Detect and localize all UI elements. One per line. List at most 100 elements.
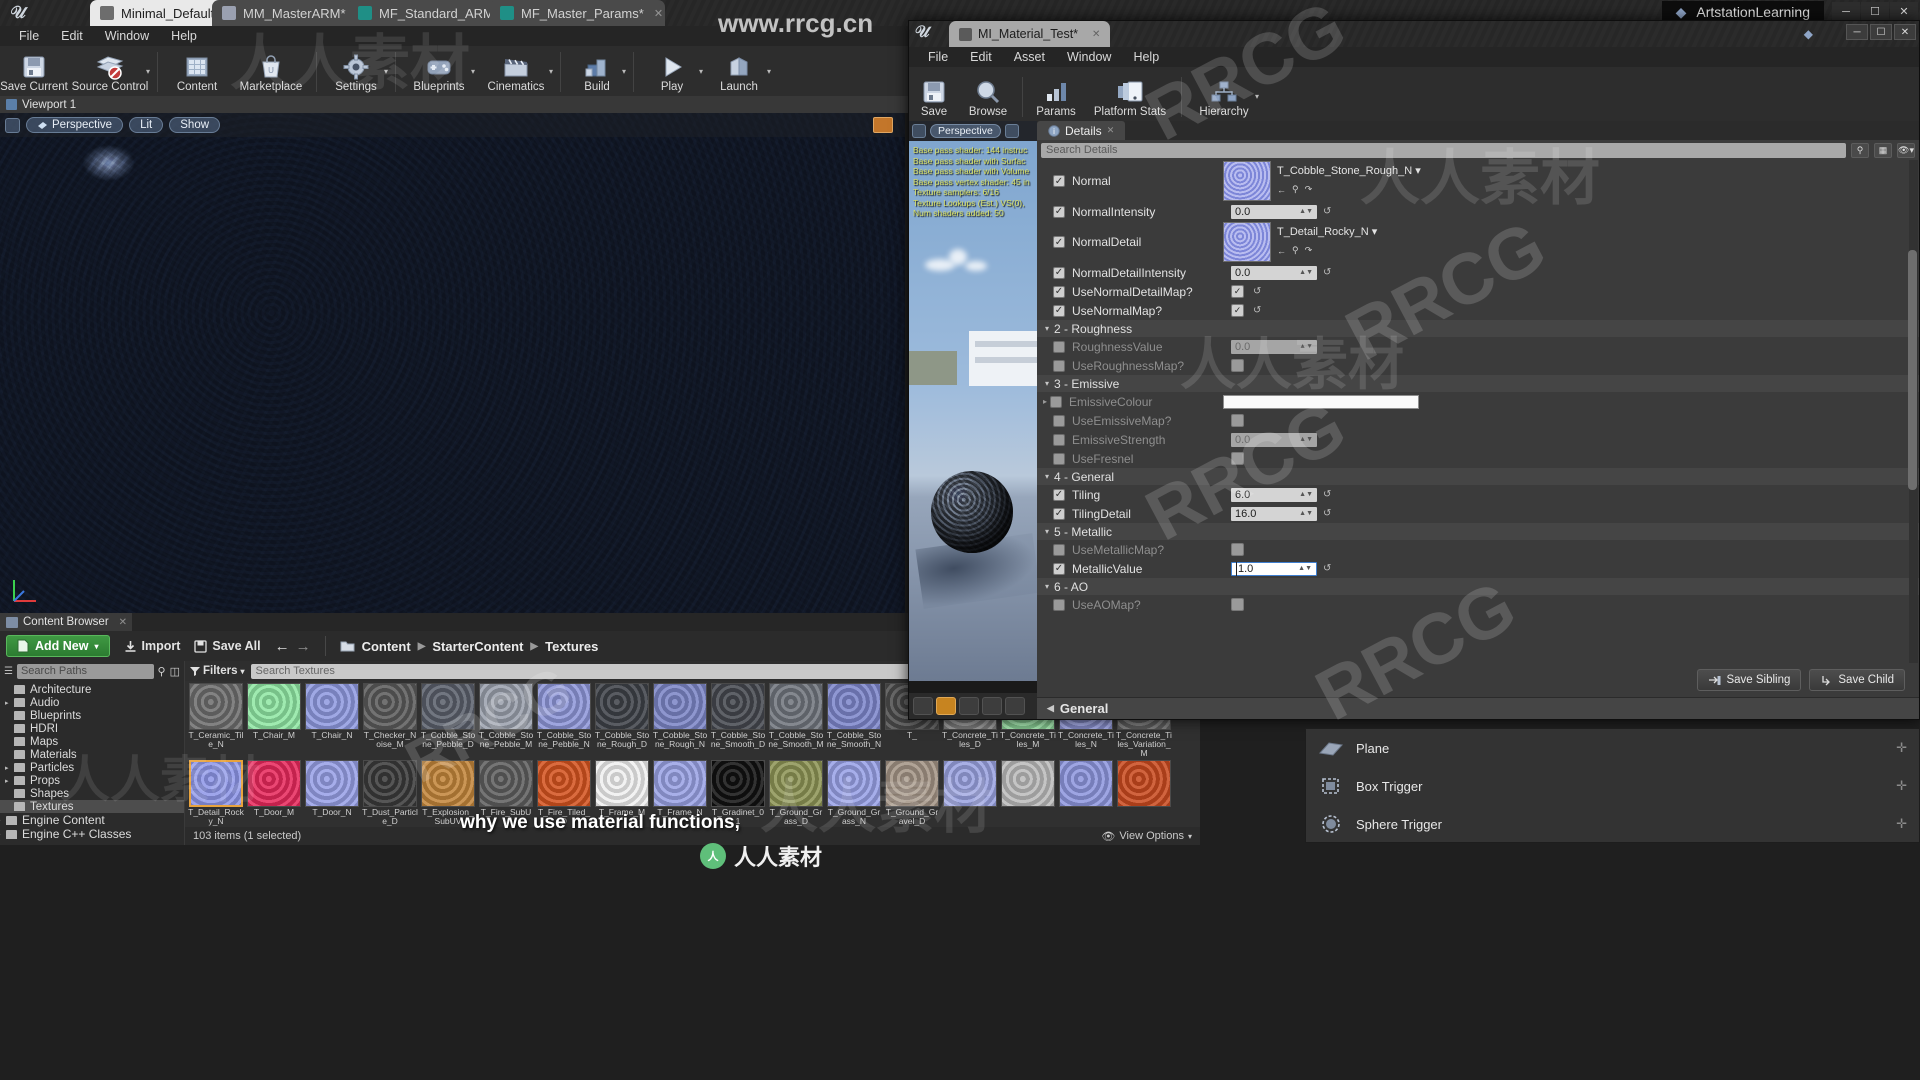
- param-override-checkbox[interactable]: ✓: [1053, 175, 1065, 187]
- toolbar-save-current[interactable]: Save Current: [0, 46, 68, 96]
- asset-tile[interactable]: T_Cobble_Stone_Smooth_M: [768, 683, 824, 758]
- spinner-icon[interactable]: ▲▼: [1298, 562, 1312, 576]
- mi-hierarchy-button[interactable]: Hierarchy ▾: [1187, 71, 1261, 121]
- breadcrumb-textures[interactable]: Textures: [545, 639, 598, 654]
- clear-asset-icon[interactable]: ↷: [1305, 245, 1313, 256]
- menu-help[interactable]: Help: [160, 26, 208, 46]
- preview-perspective-button[interactable]: Perspective: [930, 124, 1001, 138]
- param-bool-checkbox[interactable]: [1231, 359, 1244, 372]
- asset-tile[interactable]: T_Ceramic_Tile_N: [188, 683, 244, 758]
- preview-plane-button[interactable]: [959, 697, 979, 715]
- reset-to-default-icon[interactable]: ↺: [1323, 267, 1331, 278]
- folder-tree-item[interactable]: Materials: [0, 748, 184, 761]
- chevron-down-icon[interactable]: ▾: [471, 67, 475, 76]
- search-paths-input[interactable]: Search Paths: [16, 663, 154, 679]
- add-placement-icon[interactable]: ✛: [1896, 816, 1907, 832]
- asset-tile[interactable]: T_Cobble_Stone_Rough_D: [594, 683, 650, 758]
- save-all-button[interactable]: Save All: [194, 639, 261, 653]
- param-bool-checkbox[interactable]: [1231, 452, 1244, 465]
- mi-browse-button[interactable]: Browse: [959, 71, 1017, 121]
- details-scrollbar-thumb[interactable]: [1908, 250, 1917, 490]
- collapse-arrow-icon[interactable]: ▾: [1045, 472, 1049, 481]
- param-bool-checkbox[interactable]: [1231, 414, 1244, 427]
- preview-sphere-button[interactable]: [936, 697, 956, 715]
- content-browser-tab[interactable]: Content Browser ✕: [0, 613, 132, 631]
- details-param-row[interactable]: RoughnessValue 0.0 ▲▼: [1037, 337, 1919, 356]
- clear-asset-icon[interactable]: ↷: [1305, 184, 1313, 195]
- param-texture-thumbnail[interactable]: [1223, 161, 1271, 201]
- menu-window[interactable]: Window: [94, 26, 160, 46]
- param-bool-checkbox[interactable]: ✓: [1231, 285, 1244, 298]
- placement-item[interactable]: Plane ✛: [1306, 729, 1919, 767]
- import-button[interactable]: Import: [124, 639, 180, 653]
- toolbar-content[interactable]: Content: [163, 46, 231, 96]
- chevron-down-icon[interactable]: ▾: [622, 67, 626, 76]
- back-arrow-icon[interactable]: ←: [275, 638, 290, 655]
- details-param-row[interactable]: ✓ TilingDetail 16.0 ▲▼ ↺: [1037, 504, 1919, 523]
- toolbar-settings[interactable]: Settings ▾: [322, 46, 390, 96]
- param-override-checkbox[interactable]: ✓: [1053, 205, 1065, 218]
- asset-tile[interactable]: T_Chair_N: [304, 683, 360, 758]
- param-override-checkbox[interactable]: ✓: [1053, 488, 1065, 501]
- asset-tile[interactable]: T_Chair_M: [246, 683, 302, 758]
- level-viewport[interactable]: Perspective Lit Show: [0, 113, 905, 613]
- close-button[interactable]: ✕: [1890, 2, 1918, 21]
- details-category-header[interactable]: ▾ 2 - Roughness: [1037, 320, 1919, 337]
- collapse-arrow-icon[interactable]: ▾: [1045, 527, 1049, 536]
- details-param-row[interactable]: UseFresnel: [1037, 449, 1919, 468]
- close-button[interactable]: ✕: [1894, 24, 1916, 40]
- toolbar-cinematics[interactable]: Cinematics ▾: [477, 46, 555, 96]
- search-details-input[interactable]: Search Details: [1041, 142, 1846, 158]
- maximize-button[interactable]: ☐: [1870, 24, 1892, 40]
- viewport-move-gizmo-badge[interactable]: [873, 117, 893, 133]
- add-placement-icon[interactable]: ✛: [1896, 778, 1907, 794]
- placement-item[interactable]: Box Trigger ✛: [1306, 767, 1919, 805]
- expand-arrow-icon[interactable]: ▸: [5, 777, 13, 785]
- details-param-row[interactable]: UseRoughnessMap?: [1037, 356, 1919, 375]
- details-category-header[interactable]: ▾ 3 - Emissive: [1037, 375, 1919, 392]
- forward-arrow-icon[interactable]: →: [296, 638, 311, 655]
- mi-menu-edit[interactable]: Edit: [959, 50, 1003, 64]
- folder-tree-item[interactable]: ▸ Audio: [0, 696, 184, 709]
- breadcrumb-startercontent[interactable]: StarterContent: [432, 639, 523, 654]
- search-icon[interactable]: ⚲: [158, 665, 166, 678]
- add-placement-icon[interactable]: ✛: [1896, 740, 1907, 756]
- mi-menu-window[interactable]: Window: [1056, 50, 1122, 64]
- details-param-row[interactable]: ✓ MetallicValue 1.0 ▲▼ ↺: [1037, 559, 1919, 578]
- tab-mf-master-params[interactable]: MF_Master_Params* ✕: [490, 0, 665, 26]
- param-override-checkbox[interactable]: [1053, 598, 1065, 611]
- reset-to-default-icon[interactable]: ↺: [1323, 563, 1331, 574]
- asset-tile[interactable]: T_Cobble_Stone_Rough_N: [652, 683, 708, 758]
- chevron-down-icon[interactable]: ▾: [146, 67, 150, 76]
- maximize-button[interactable]: ☐: [1861, 2, 1889, 21]
- param-number-input[interactable]: 0.0 ▲▼: [1231, 339, 1317, 354]
- grid-view-icon[interactable]: ▦: [1874, 142, 1892, 158]
- asset-tile[interactable]: T_Cobble_Stone_Pebble_M: [478, 683, 534, 758]
- mi-platform-stats-button[interactable]: Platform Stats: [1084, 71, 1176, 121]
- param-number-input[interactable]: 16.0 ▲▼: [1231, 506, 1317, 521]
- asset-tile[interactable]: T_Checker_Noise_M: [362, 683, 418, 758]
- spinner-icon[interactable]: ▲▼: [1299, 205, 1313, 219]
- viewport-lit-button[interactable]: Lit: [129, 117, 164, 133]
- asset-tile[interactable]: T_Cobble_Stone_Pebble_D: [420, 683, 476, 758]
- preview-shape-icon[interactable]: [1004, 124, 1019, 138]
- asset-tile[interactable]: T_Cobble_Stone_Smooth_N: [826, 683, 882, 758]
- collapse-arrow-icon[interactable]: ▾: [1045, 379, 1049, 388]
- param-number-input[interactable]: 0.0 ▲▼: [1231, 265, 1317, 280]
- param-asset-name[interactable]: T_Detail_Rocky_N ▾: [1277, 225, 1377, 238]
- details-param-row[interactable]: EmissiveStrength 0.0 ▲▼: [1037, 430, 1919, 449]
- details-category-header[interactable]: ▾ 6 - AO: [1037, 578, 1919, 595]
- toolbar-source-control[interactable]: Source Control ▾: [68, 46, 152, 96]
- details-category-header[interactable]: ▾ 5 - Metallic: [1037, 523, 1919, 540]
- use-selected-asset-icon[interactable]: ←: [1277, 246, 1286, 256]
- param-color-swatch[interactable]: [1223, 394, 1419, 409]
- folder-tree-item[interactable]: Maps: [0, 735, 184, 748]
- mi-menu-help[interactable]: Help: [1122, 50, 1170, 64]
- param-number-input[interactable]: 0.0 ▲▼: [1231, 204, 1317, 219]
- close-icon[interactable]: ✕: [1092, 29, 1100, 40]
- add-new-button[interactable]: Add New ▾: [6, 635, 110, 657]
- reset-to-default-icon[interactable]: ↺: [1253, 286, 1261, 297]
- preview-cube-button[interactable]: [982, 697, 1002, 715]
- material-preview-viewport[interactable]: Perspective Base pass shader: 144 instru…: [909, 121, 1037, 719]
- preview-cylinder-button[interactable]: [913, 697, 933, 715]
